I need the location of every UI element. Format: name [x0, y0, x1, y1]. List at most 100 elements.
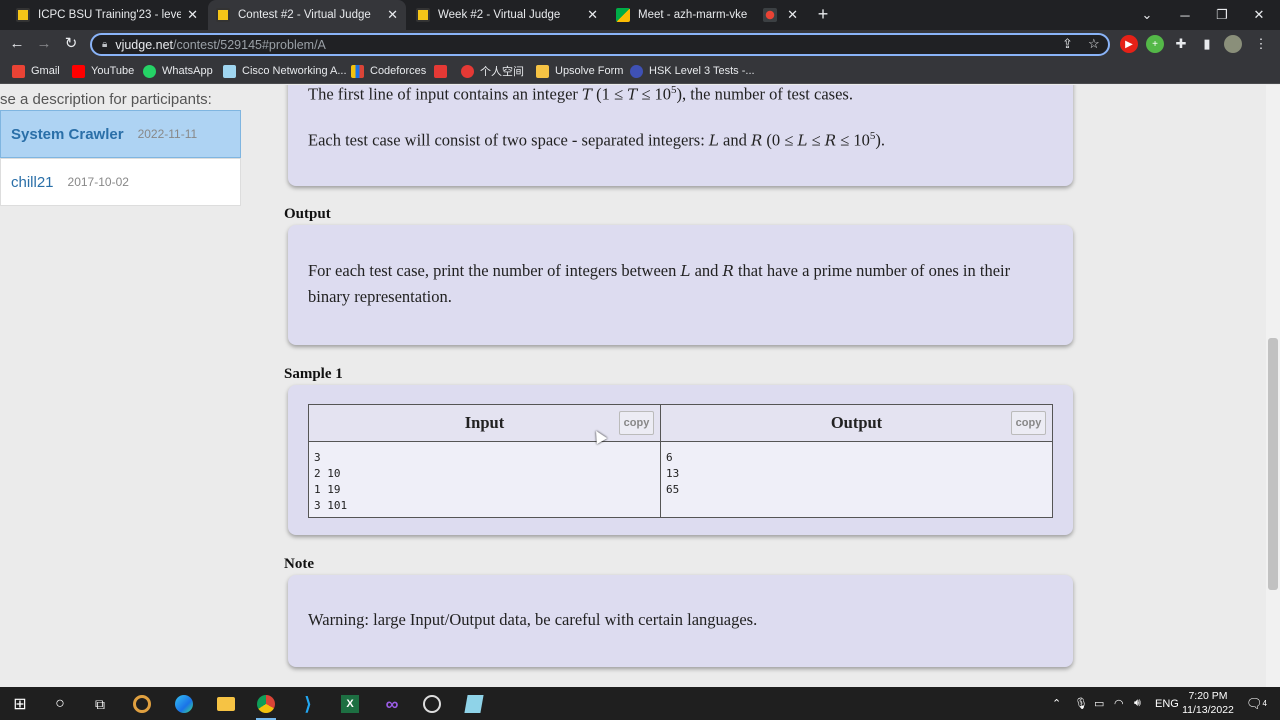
google-meet-icon: [616, 8, 630, 22]
profile-avatar[interactable]: [1224, 35, 1242, 53]
bookmark-label: YouTube: [91, 65, 135, 77]
browser-toolbar: ← → ↻ 🔒︎ vjudge.net/contest/529145#probl…: [0, 30, 1280, 58]
crawler-date: 2017-10-02: [67, 175, 129, 189]
sample-output-label: Output: [830, 413, 883, 432]
maximize-button[interactable]: ❐: [1205, 0, 1239, 30]
crawler-name: System Crawler: [11, 125, 124, 143]
bookmark-label: HSK Level 3 Tests -...: [649, 65, 755, 77]
search-icon[interactable]: ○: [48, 692, 72, 716]
close-icon[interactable]: ✕: [787, 7, 798, 23]
sample-table: Input copy 3 2 10 1 19 3 101 Output copy…: [308, 404, 1053, 518]
bookmark-hsk[interactable]: HSK Level 3 Tests -...: [630, 62, 755, 80]
note-text: Warning: large Input/Output data, be car…: [308, 610, 758, 629]
copy-input-button[interactable]: copy: [619, 411, 654, 435]
bookmark-red-icon: [434, 64, 447, 78]
lock-icon: 🔒︎: [102, 39, 108, 50]
app-circle-icon[interactable]: [130, 692, 154, 716]
close-icon[interactable]: ✕: [187, 7, 198, 23]
extensions-puzzle-icon[interactable]: ✚: [1172, 35, 1190, 53]
recording-icon: [763, 8, 778, 22]
tab-week-2[interactable]: Week #2 - Virtual Judge ✕: [408, 0, 606, 30]
hsk-icon: [630, 64, 643, 78]
reload-button[interactable]: ↻: [60, 34, 82, 54]
url-path: /contest/529145#problem/A: [173, 37, 326, 52]
youtube-extension-icon[interactable]: ▶: [1120, 35, 1138, 53]
tab-meet[interactable]: Meet - azh-marm-vke ✕: [608, 0, 806, 30]
new-tab-button[interactable]: +: [813, 4, 833, 24]
notifications-icon[interactable]: 🗨︎ 4: [1246, 687, 1267, 720]
tab-search-icon[interactable]: ⌄: [1130, 0, 1164, 30]
bookmark-upsolve-form[interactable]: Upsolve Form: [536, 62, 623, 80]
close-icon[interactable]: ✕: [387, 7, 398, 23]
notepad-icon[interactable]: [462, 692, 486, 716]
url-host: vjudge.net: [115, 37, 174, 52]
scrollbar-thumb[interactable]: [1268, 338, 1278, 590]
sample-input-column: Input copy 3 2 10 1 19 3 101: [309, 405, 661, 517]
youtube-icon: [72, 64, 85, 78]
tab-title: ICPC BSU Training'23 - level 1 - V: [38, 9, 182, 21]
clock-time: 7:20 PM: [1188, 690, 1228, 702]
forward-button[interactable]: →: [33, 34, 55, 54]
tab-icpc-training[interactable]: ICPC BSU Training'23 - level 1 - V ✕: [8, 0, 206, 30]
close-icon[interactable]: ✕: [587, 7, 598, 23]
bookmark-red[interactable]: [434, 62, 453, 80]
visual-studio-icon[interactable]: ∞: [380, 692, 404, 716]
tray-chevron-icon[interactable]: ⌃: [1052, 687, 1061, 720]
sample-input-label: Input: [464, 413, 505, 432]
share-icon[interactable]: ⇪: [1062, 36, 1073, 52]
minimize-button[interactable]: ─: [1168, 0, 1202, 30]
chrome-icon[interactable]: [254, 692, 278, 720]
sample-input-header: Input copy: [309, 405, 660, 442]
output-heading: Output: [284, 206, 331, 222]
output-text: For each test case, print the number of …: [308, 261, 1011, 306]
clock-date: 11/13/2022: [1182, 704, 1234, 716]
bookmark-cisco[interactable]: Cisco Networking A...: [223, 62, 347, 80]
taskbar-clock[interactable]: 7:20 PM 11/13/2022: [1178, 689, 1238, 717]
language-indicator[interactable]: ENG: [1155, 687, 1179, 720]
vjudge-icon: [416, 8, 430, 22]
vscode-icon[interactable]: ⟩: [296, 692, 320, 716]
bookmark-personal-space[interactable]: 个人空间: [461, 62, 524, 80]
wifi-icon[interactable]: ◠: [1114, 687, 1124, 720]
crawler-item-chill21[interactable]: chill21 2017-10-02: [0, 158, 241, 206]
input-description-card: The first line of input contains an inte…: [288, 85, 1073, 186]
bookmark-youtube[interactable]: YouTube: [72, 62, 134, 80]
back-button[interactable]: ←: [6, 34, 28, 54]
menu-kebab-icon[interactable]: ⋮: [1252, 35, 1270, 53]
tab-title: Contest #2 - Virtual Judge: [238, 9, 371, 21]
sidepanel-icon[interactable]: ▮: [1198, 35, 1216, 53]
bookmark-gmail[interactable]: Gmail: [12, 62, 60, 80]
clock-app-icon[interactable]: [420, 692, 444, 716]
excel-icon[interactable]: X: [338, 692, 362, 716]
microphone-icon[interactable]: 🎙︎: [1074, 687, 1088, 720]
codeforces-icon: [351, 64, 364, 78]
copy-output-button[interactable]: copy: [1011, 411, 1046, 435]
plus-extension-icon[interactable]: +: [1146, 35, 1164, 53]
crawler-date: 2022-11-11: [137, 127, 198, 141]
file-explorer-icon[interactable]: [214, 692, 238, 716]
page-scrollbar[interactable]: [1266, 85, 1280, 687]
sample-output-column: Output copy 6 13 65: [661, 405, 1052, 517]
bookmark-star-icon[interactable]: ☆: [1088, 36, 1100, 52]
bookmark-label: Codeforces: [370, 65, 427, 77]
task-view-icon[interactable]: ⧉: [88, 692, 112, 716]
crawler-name: chill21: [11, 173, 54, 191]
sidebar-hint: se a description for participants:: [0, 91, 212, 108]
bookmark-label: Cisco Networking A...: [242, 65, 347, 77]
edge-icon[interactable]: [172, 692, 196, 716]
tab-title: Meet - azh-marm-vke: [638, 9, 748, 21]
close-window-button[interactable]: ✕: [1242, 0, 1276, 30]
crawler-item-system[interactable]: System Crawler 2022-11-11: [0, 110, 241, 158]
bookmark-label: Upsolve Form: [555, 65, 624, 77]
address-bar[interactable]: 🔒︎ vjudge.net/contest/529145#problem/A ⇪…: [90, 33, 1110, 56]
battery-icon[interactable]: ▭: [1094, 687, 1104, 720]
volume-icon[interactable]: 🔊︎: [1134, 687, 1141, 720]
bookmark-label: WhatsApp: [162, 65, 213, 77]
sample-output-header: Output copy: [661, 405, 1052, 442]
windows-start-icon[interactable]: ⊞: [8, 692, 32, 716]
tab-contest-2[interactable]: Contest #2 - Virtual Judge ✕: [208, 0, 406, 30]
bookmark-label: 个人空间: [480, 66, 524, 78]
bookmark-codeforces[interactable]: Codeforces: [351, 62, 426, 80]
bilibili-icon: [461, 64, 474, 78]
bookmark-whatsapp[interactable]: WhatsApp: [143, 62, 213, 80]
